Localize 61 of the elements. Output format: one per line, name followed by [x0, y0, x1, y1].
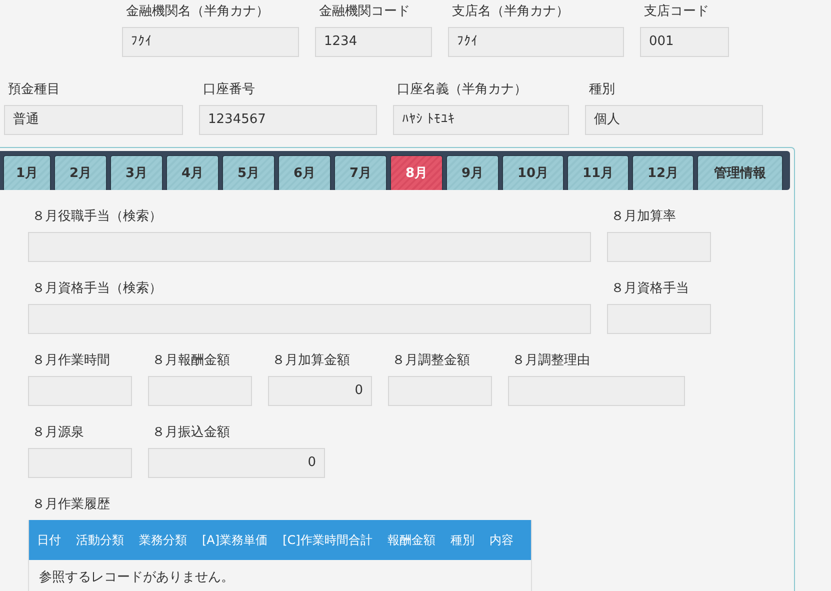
column-header: 日付 [37, 532, 62, 548]
month-tab[interactable]: 6月 [278, 155, 331, 190]
field-label: ８月加算金額 [271, 352, 351, 370]
field-label: 金融機関コード [318, 3, 411, 21]
month-tab[interactable]: 12月 [632, 155, 694, 190]
field-label: 口座名義（半角カナ） [396, 81, 528, 99]
column-header: [C]作業時間合計 [282, 532, 374, 548]
month-tab[interactable]: 11月 [567, 155, 629, 190]
column-header: 内容 [489, 532, 514, 548]
input-field[interactable] [28, 232, 591, 262]
column-header: 業務分類 [139, 532, 188, 548]
input-field[interactable] [508, 376, 685, 406]
input-field[interactable]: 個人 [585, 105, 763, 135]
month-tab[interactable]: 7月 [334, 155, 387, 190]
input-field[interactable] [607, 304, 711, 334]
input-field[interactable]: ﾌｸｲ [448, 27, 624, 57]
field-label: ８月調整理由 [511, 352, 591, 370]
input-field[interactable] [607, 232, 711, 262]
month-tab[interactable]: 4月 [166, 155, 219, 190]
empty-message: 参照するレコードがありません。 [38, 569, 235, 587]
input-field[interactable] [28, 304, 591, 334]
input-field[interactable] [28, 376, 132, 406]
input-field[interactable]: 1234567 [199, 105, 377, 135]
field-label: 口座番号 [202, 81, 256, 99]
field-label: ８月加算率 [610, 208, 677, 226]
month-tab[interactable]: 10月 [502, 155, 564, 190]
input-field[interactable]: 0 [268, 376, 372, 406]
field-label: ８月報酬金額 [151, 352, 231, 370]
field-label: 金融機関名（半角カナ） [125, 3, 270, 21]
month-tab[interactable]: 管理情報 [697, 155, 783, 190]
field-label: ８月作業時間 [31, 352, 111, 370]
input-field[interactable] [388, 376, 492, 406]
month-tab[interactable]: 1月 [3, 155, 51, 190]
field-label: 支店名（半角カナ） [451, 3, 570, 21]
input-field[interactable]: ﾌｸｲ [122, 27, 299, 57]
field-label: ８月源泉 [31, 424, 85, 442]
field-label: ８月役職手当（検索） [31, 208, 163, 226]
field-label: 預金種目 [7, 81, 61, 99]
field-label: ８月資格手当 [610, 280, 690, 298]
column-header: 種別 [450, 532, 476, 548]
month-tab[interactable]: 9月 [446, 155, 499, 190]
month-tab[interactable]: 2月 [54, 155, 107, 190]
field-label: 支店コード [643, 3, 710, 21]
field-label: ８月振込金額 [151, 424, 231, 442]
column-header: [A]業務単価 [202, 532, 269, 548]
month-tab[interactable]: 8月 [390, 155, 443, 190]
month-tab[interactable]: 3月 [110, 155, 163, 190]
month-tab[interactable]: 5月 [222, 155, 275, 190]
input-field[interactable]: 0 [148, 448, 325, 478]
field-label: ８月資格手当（検索） [31, 280, 163, 298]
column-header: 活動分類 [76, 532, 125, 548]
section-label: ８月作業履歴 [31, 496, 111, 514]
input-field[interactable] [148, 376, 252, 406]
input-field[interactable] [28, 448, 132, 478]
field-label: 種別 [588, 81, 616, 99]
field-label: ８月調整金額 [391, 352, 471, 370]
column-header: 報酬金額 [387, 532, 436, 548]
input-field[interactable]: 1234 [315, 27, 432, 57]
input-field[interactable]: 普通 [4, 105, 183, 135]
input-field[interactable]: 001 [640, 27, 729, 57]
input-field[interactable]: ﾊﾔｼ ﾄﾓﾕｷ [393, 105, 569, 135]
